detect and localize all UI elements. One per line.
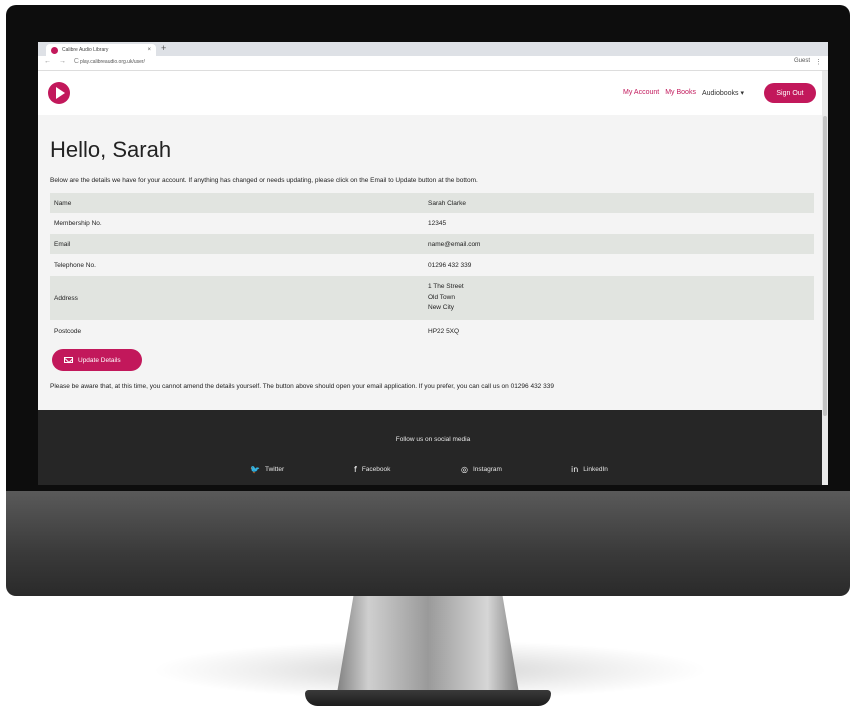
row-label: Membership No. [54, 220, 102, 227]
address-line: 1 The Street [428, 283, 464, 291]
intro-text: Below are the details we have for your a… [50, 177, 478, 184]
sign-out-button[interactable]: Sign Out [764, 83, 816, 103]
row-label: Email [54, 240, 71, 248]
row-value: HP22 5XQ [428, 327, 460, 335]
social-label: Twitter [264, 466, 285, 473]
browser-nav-icons[interactable]: ← → C [44, 58, 82, 65]
facebook-link[interactable]: f Facebook [354, 465, 390, 474]
row-value: name@email.com [428, 240, 481, 248]
site-footer: Follow us on social media 🐦 Twitter f Fa… [38, 410, 828, 485]
update-details-label: Update Details [78, 356, 121, 364]
imac-stand [335, 595, 521, 705]
twitter-icon: 🐦 [250, 465, 260, 474]
row-value: 12345 [428, 220, 447, 227]
scrollbar[interactable] [822, 71, 828, 485]
address-line: Old Town [428, 293, 455, 301]
tab-title: Calibre Audio Library [62, 47, 109, 53]
mail-icon [64, 357, 73, 363]
favicon-icon [51, 46, 58, 54]
nav-my-account[interactable]: My Account [623, 89, 659, 97]
new-tab-button[interactable]: + [161, 43, 166, 53]
nav-audiobooks-dropdown[interactable]: Audiobooks ▾ [702, 89, 744, 97]
row-value: Sarah Clarke [428, 199, 466, 207]
row-value: 1 The Street Old Town New City [428, 282, 814, 314]
follow-heading: Follow us on social media [395, 436, 471, 443]
table-row-telephone: Telephone No. 01296 432 339 [50, 254, 814, 276]
browser-menu-icon[interactable]: ⋮ [815, 58, 822, 66]
social-label: LinkedIn [583, 466, 608, 473]
logo-icon[interactable] [48, 82, 70, 104]
notice-text: Please be aware that, at this time, you … [50, 383, 554, 390]
linkedin-icon: in [571, 465, 579, 474]
account-details-table: Name Sarah Clarke Membership No. 12345 E… [50, 193, 814, 342]
main-nav: My Account My Books Audiobooks ▾ [623, 89, 744, 97]
row-label: Postcode [54, 327, 82, 335]
social-label: Instagram [472, 466, 502, 473]
main-content: Hello, Sarah Below are the details we ha… [38, 115, 828, 410]
tab-close-icon[interactable]: × [147, 47, 151, 53]
table-row-address: Address 1 The Street Old Town New City [50, 276, 814, 320]
screen: Calibre Audio Library × + ← → C play.cal… [38, 42, 828, 485]
scrollbar-thumb[interactable] [823, 116, 827, 416]
profile-button[interactable]: Guest [794, 58, 810, 64]
instagram-link[interactable]: ◎ Instagram [461, 465, 502, 474]
url-field[interactable]: play.calibreaudio.org.uk/user/ [80, 59, 720, 67]
row-label: Address [54, 294, 78, 302]
table-row-postcode: Postcode HP22 5XQ [50, 320, 814, 342]
site-header: My Account My Books Audiobooks ▾ Sign Ou… [38, 71, 828, 115]
address-bar: ← → C play.calibreaudio.org.uk/user/ Gue… [38, 56, 828, 71]
instagram-icon: ◎ [461, 465, 468, 474]
row-label: Name [54, 199, 72, 207]
table-row-email: Email name@email.com [50, 234, 814, 254]
row-value: 01296 432 339 [428, 261, 472, 269]
facebook-icon: f [354, 465, 357, 474]
update-details-button[interactable]: Update Details [52, 349, 142, 371]
page-title: Hello, Sarah [50, 137, 172, 162]
table-row-name: Name Sarah Clarke [50, 193, 814, 213]
imac-stand-base [305, 690, 551, 706]
nav-my-books[interactable]: My Books [665, 89, 696, 97]
browser-tab-bar: Calibre Audio Library × + [38, 42, 828, 56]
address-line: New City [428, 304, 455, 312]
imac-chin [6, 489, 850, 596]
linkedin-link[interactable]: in LinkedIn [571, 465, 608, 474]
browser-tab[interactable]: Calibre Audio Library × [46, 44, 156, 56]
table-row-membership: Membership No. 12345 [50, 213, 814, 234]
social-label: Facebook [361, 466, 391, 473]
twitter-link[interactable]: 🐦 Twitter [250, 465, 284, 474]
row-label: Telephone No. [54, 261, 96, 269]
